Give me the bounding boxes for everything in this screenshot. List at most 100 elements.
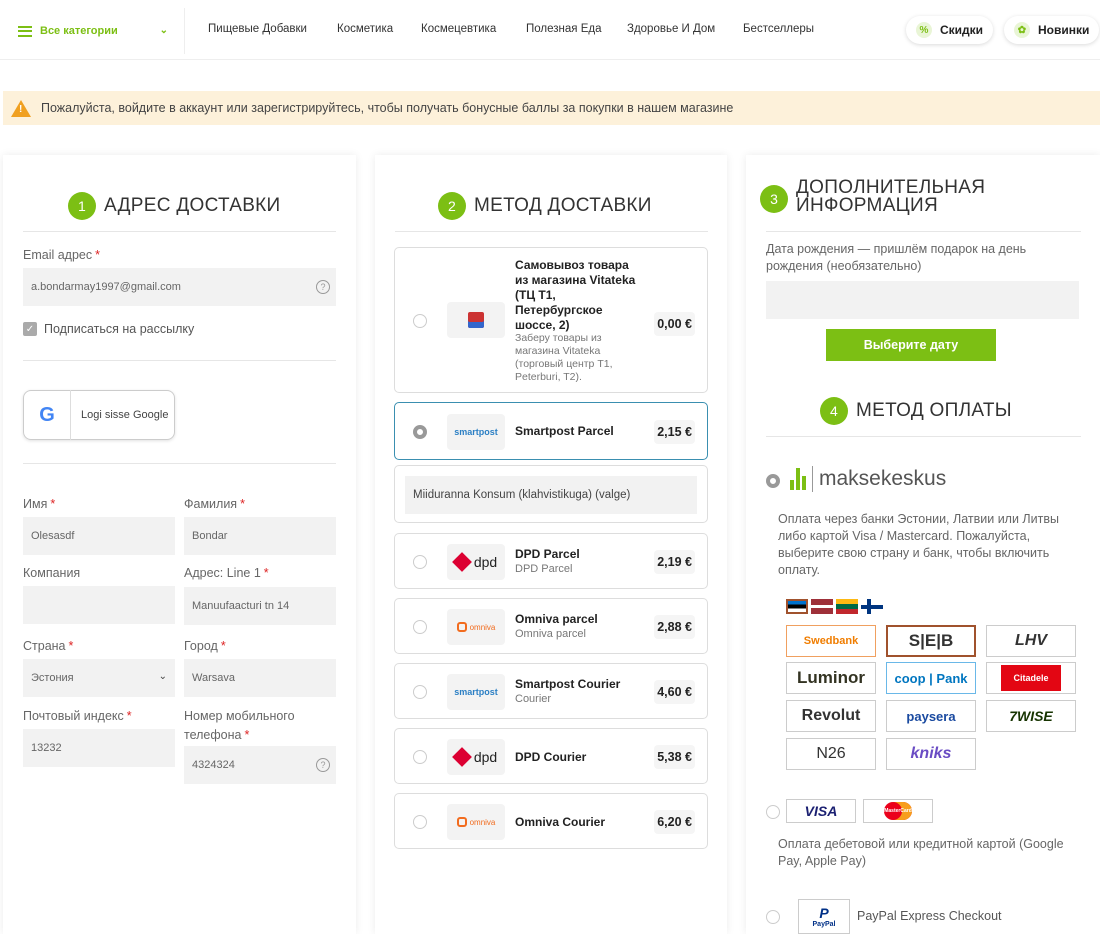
checkbox-checked-icon[interactable]: ✓ — [23, 322, 37, 336]
shipping-option-smartpost-courier[interactable]: smartpost Smartpost Courier Courier 4,60… — [394, 663, 708, 719]
bank-kniks[interactable]: kniks — [886, 738, 976, 770]
discounts-label: Скидки — [940, 23, 984, 37]
shipping-radio[interactable] — [413, 620, 427, 634]
shipping-option-dpd-parcel[interactable]: dpd DPD Parcel DPD Parcel 2,19 € — [394, 533, 708, 589]
shipping-method-desc: Заберу товары из магазина Vitateka (торг… — [515, 332, 613, 383]
omniva-logo: omniva — [447, 609, 505, 645]
shipping-method-name: Smartpost Parcel — [515, 424, 614, 438]
bank-luminor[interactable]: Luminor — [786, 662, 876, 694]
pickup-point-selector: Miiduranna Konsum (klahvistikuga) (valge… — [394, 465, 708, 523]
city-field[interactable]: Warsava — [184, 659, 336, 697]
birthday-field[interactable] — [766, 281, 1079, 319]
pickup-point-field[interactable]: Miiduranna Konsum (klahvistikuga) (valge… — [405, 476, 697, 514]
help-icon[interactable]: ? — [316, 758, 330, 772]
dpd-cube-icon — [451, 747, 472, 767]
bank-lhv[interactable]: LHV — [986, 625, 1076, 657]
dpd-logo: dpd — [447, 739, 505, 775]
bank-wise[interactable]: 7WISE — [986, 700, 1076, 732]
shipping-price: 4,60 € — [654, 680, 695, 704]
bank-n26[interactable]: N26 — [786, 738, 876, 770]
shipping-radio[interactable] — [413, 815, 427, 829]
phone-field[interactable]: 4324324 ? — [184, 746, 336, 784]
omniva-icon — [456, 817, 467, 827]
shipping-radio[interactable] — [413, 750, 427, 764]
extra-payment-section: 3 ДОПОЛНИТЕЛЬНАЯ ИНФОРМАЦИЯ Дата рождения… — [746, 155, 1100, 934]
card-payment-description: Оплата дебетовой или кредитной картой (G… — [778, 837, 1064, 868]
bank-seb[interactable]: S|E|B — [886, 625, 976, 657]
nav-link-healthy-food[interactable]: Полезная Еда — [526, 23, 601, 35]
step-number: 2 — [438, 192, 466, 220]
smartpost-logo: smartpost — [447, 674, 505, 710]
visa-logo: VISA — [786, 799, 856, 823]
payment-radio[interactable] — [766, 805, 780, 819]
payment-radio-selected[interactable] — [766, 474, 780, 488]
omniva-logo: omniva — [447, 804, 505, 840]
divider — [23, 231, 336, 232]
zip-field[interactable]: 13232 — [23, 729, 175, 767]
shipping-method-desc: DPD Parcel — [515, 563, 573, 575]
discount-icon: % — [916, 22, 932, 38]
country-value: Эстония — [31, 672, 74, 684]
address-title: АДРЕС ДОСТАВКИ — [104, 195, 281, 216]
discounts-button[interactable]: % Скидки — [906, 16, 994, 44]
shipping-option-store-pickup[interactable]: Самовывоз товара из магазина Vitateka (Т… — [394, 247, 708, 393]
nav-link-cosmetics[interactable]: Косметика — [337, 23, 393, 35]
select-date-button[interactable]: Выберите дату — [826, 329, 996, 361]
all-categories-label: Все категории — [40, 25, 118, 37]
shipping-title: МЕТОД ДОСТАВКИ — [474, 195, 652, 216]
store-icon — [447, 302, 505, 338]
divider — [23, 463, 336, 464]
zip-label: Почтовый индекс * — [23, 709, 132, 723]
divider — [395, 231, 708, 232]
flag-lithuania-icon[interactable] — [836, 599, 858, 614]
address-line-field[interactable]: Manuufaacturi tn 14 — [184, 587, 336, 625]
top-navigation: Все категории ⌄ Пищевые Добавки Косметик… — [0, 0, 1100, 60]
warning-icon: ! — [11, 99, 31, 117]
chevron-down-icon: ⌄ — [158, 671, 167, 682]
step-number: 1 — [68, 192, 96, 220]
bank-revolut[interactable]: Revolut — [786, 700, 876, 732]
country-select[interactable]: Эстония ⌄ — [23, 659, 175, 697]
shipping-option-dpd-courier[interactable]: dpd DPD Courier 5,38 € — [394, 728, 708, 784]
address-line-label: Адрес: Line 1 * — [184, 566, 269, 580]
login-notice-banner: ! Пожалуйста, войдите в аккаунт или заре… — [3, 91, 1100, 125]
mastercard-logo: MasterCard — [863, 799, 933, 823]
flag-latvia-icon[interactable] — [811, 599, 833, 614]
bank-citadele[interactable]: Citadele — [986, 662, 1076, 694]
flag-estonia-icon[interactable] — [786, 599, 808, 614]
nav-link-cosmeceuticals[interactable]: Космецевтика — [421, 23, 496, 35]
bank-paysera[interactable]: paysera — [886, 700, 976, 732]
shipping-radio[interactable] — [413, 555, 427, 569]
google-login-button[interactable]: G Logi sisse Google — [23, 390, 175, 440]
phone-value: 4324324 — [192, 759, 235, 771]
payment-title: МЕТОД ОПЛАТЫ — [856, 400, 1012, 421]
shipping-radio-selected[interactable] — [413, 425, 427, 439]
shipping-radio[interactable] — [413, 685, 427, 699]
shipping-option-omniva-courier[interactable]: omniva Omniva Courier 6,20 € — [394, 793, 708, 849]
shipping-method-name: DPD Parcel — [515, 547, 580, 561]
shipping-price: 6,20 € — [654, 810, 695, 834]
company-field[interactable] — [23, 586, 175, 624]
email-field[interactable]: a.bondarmay1997@gmail.com ? — [23, 268, 336, 306]
payment-radio[interactable] — [766, 910, 780, 924]
all-categories-button[interactable]: Все категории ⌄ — [8, 8, 185, 54]
last-name-field[interactable]: Bondar — [184, 517, 336, 555]
step-number: 4 — [820, 397, 848, 425]
bank-swedbank[interactable]: Swedbank — [786, 625, 876, 657]
country-flags — [786, 599, 883, 614]
nav-link-supplements[interactable]: Пищевые Добавки — [208, 23, 307, 35]
first-name-field[interactable]: Olesasdf — [23, 517, 175, 555]
divider — [766, 231, 1081, 232]
subscribe-checkbox-row[interactable]: ✓ Подписаться на рассылку — [23, 322, 194, 336]
new-items-button[interactable]: ✿ Новинки — [1004, 16, 1100, 44]
nav-link-bestsellers[interactable]: Бестселлеры — [743, 23, 814, 35]
shipping-option-omniva-parcel[interactable]: omniva Omniva parcel Omniva parcel 2,88 … — [394, 598, 708, 654]
shipping-method-name: Smartpost Courier — [515, 677, 621, 691]
country-label: Страна * — [23, 639, 74, 653]
shipping-option-smartpost-parcel[interactable]: smartpost Smartpost Parcel 2,15 € — [394, 402, 708, 460]
shipping-radio[interactable] — [413, 314, 427, 328]
bank-coop[interactable]: coop | Pank — [886, 662, 976, 694]
flag-finland-icon[interactable] — [861, 599, 883, 614]
nav-link-health-home[interactable]: Здоровье И Дом — [627, 23, 715, 35]
help-icon[interactable]: ? — [316, 280, 330, 294]
